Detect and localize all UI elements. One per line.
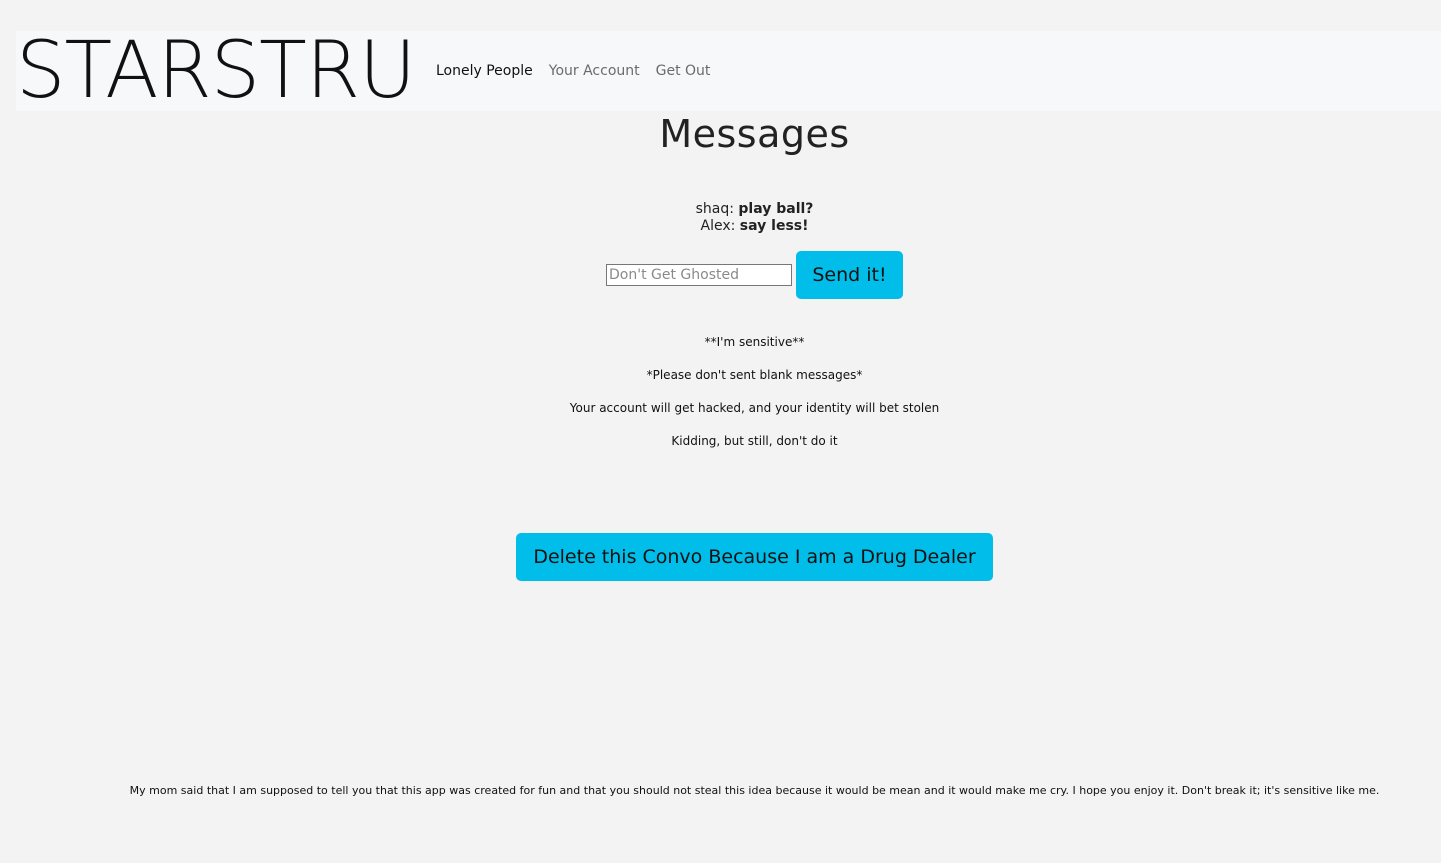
- message-item: Alex: say less!: [0, 218, 1441, 235]
- navbar: STARSTRUC Lonely People Your Account Get…: [16, 31, 1441, 111]
- brand-logo[interactable]: STARSTRUC: [16, 31, 418, 111]
- note-text: Kidding, but still, don't do it: [671, 434, 838, 448]
- message-sender: shaq:: [695, 201, 734, 217]
- nav-link-lonely-people[interactable]: Lonely People: [436, 63, 533, 79]
- note-text: **I'm sensitive**: [704, 335, 805, 349]
- message-text: say less!: [739, 218, 809, 234]
- message-sender: Alex:: [700, 218, 736, 234]
- message-item: shaq: play ball?: [0, 201, 1441, 218]
- delete-convo-button[interactable]: Delete this Convo Because I am a Drug De…: [516, 533, 993, 581]
- compose-form: Send it!: [606, 251, 903, 299]
- note-text: Your account will get hacked, and your i…: [569, 401, 940, 415]
- footer-disclaimer: My mom said that I am supposed to tell y…: [129, 784, 1380, 797]
- message-text: play ball?: [738, 201, 814, 217]
- send-button[interactable]: Send it!: [796, 251, 903, 299]
- nav-link-your-account[interactable]: Your Account: [549, 63, 640, 79]
- note-text: *Please don't sent blank messages*: [646, 368, 863, 382]
- message-input[interactable]: [606, 264, 792, 286]
- warning-notes: **I'm sensitive** *Please don't sent bla…: [0, 334, 1441, 466]
- nav-link-get-out[interactable]: Get Out: [656, 63, 711, 79]
- message-list: shaq: play ball? Alex: say less!: [0, 201, 1441, 235]
- page-title: Messages: [659, 112, 850, 156]
- nav-links: Lonely People Your Account Get Out: [436, 63, 710, 79]
